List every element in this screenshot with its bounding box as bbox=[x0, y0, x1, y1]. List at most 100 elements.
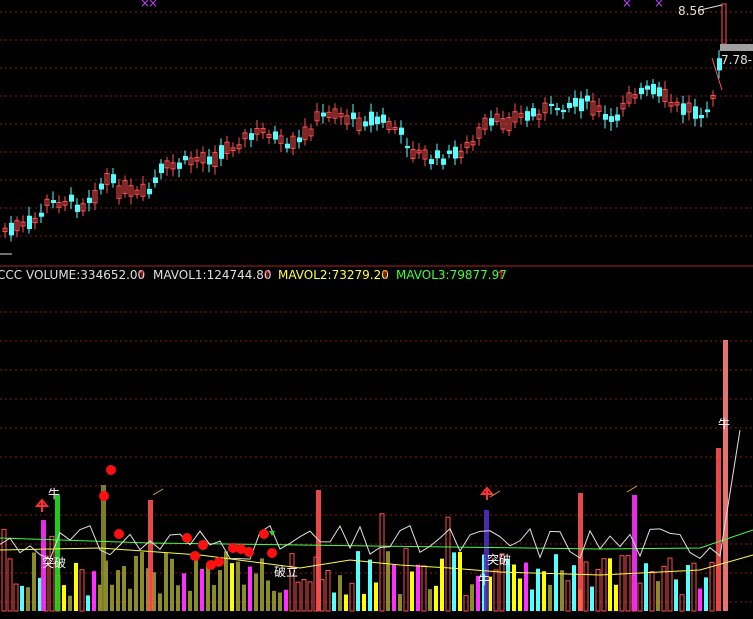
volume-bar bbox=[194, 557, 198, 611]
volume-bar bbox=[62, 585, 66, 611]
candle-body bbox=[441, 158, 446, 165]
volume-bar bbox=[266, 580, 270, 611]
volume-bar bbox=[583, 561, 589, 612]
candle-body bbox=[39, 212, 44, 217]
volume-bar bbox=[416, 564, 420, 611]
candle-body bbox=[705, 109, 710, 113]
volume-bar bbox=[122, 566, 126, 611]
volume-bar bbox=[55, 495, 60, 611]
volume-bar bbox=[272, 590, 276, 611]
candle-body bbox=[183, 156, 188, 161]
candle-body bbox=[375, 116, 380, 125]
volume-bar bbox=[723, 340, 728, 611]
mavol2-value: MAVOL2:73279.20 bbox=[278, 268, 389, 282]
candle-body bbox=[453, 146, 458, 159]
candle-body bbox=[429, 159, 434, 165]
volume-bar bbox=[716, 448, 721, 611]
volume-bar bbox=[649, 571, 655, 612]
candle-body bbox=[351, 112, 356, 120]
candle-body bbox=[549, 103, 554, 107]
volume-bar bbox=[128, 588, 132, 611]
volume-bar bbox=[278, 592, 282, 611]
volume-bar bbox=[512, 564, 516, 611]
volume-bar bbox=[248, 566, 252, 611]
tick-mark bbox=[152, 488, 164, 496]
volume-bar bbox=[560, 570, 564, 611]
breakout-label: 突破 bbox=[487, 552, 511, 567]
candle-body bbox=[159, 163, 164, 174]
candle-body bbox=[561, 109, 566, 113]
candle-body bbox=[645, 85, 650, 90]
volume-up-arrow: ↑ bbox=[137, 268, 147, 282]
volume-bar bbox=[386, 551, 390, 611]
candle-body bbox=[297, 137, 302, 143]
candle-body bbox=[153, 177, 158, 183]
volume-bar bbox=[493, 569, 499, 612]
volume-bar bbox=[698, 588, 702, 611]
last-price-tag bbox=[720, 44, 753, 51]
candle-body bbox=[657, 87, 662, 97]
volume-bar bbox=[704, 577, 708, 611]
candle-body bbox=[207, 156, 212, 165]
volume-bar bbox=[7, 558, 13, 612]
volume-bar bbox=[392, 564, 396, 611]
candle-body bbox=[69, 194, 74, 202]
price-high-label: 8.56 bbox=[678, 4, 705, 18]
mavol1-line bbox=[0, 429, 741, 560]
volume-bar bbox=[656, 581, 660, 611]
volume-bar bbox=[554, 554, 558, 611]
volume-bar bbox=[632, 495, 637, 611]
volume-bar bbox=[176, 585, 180, 611]
volume-bar bbox=[637, 582, 643, 612]
candle-body bbox=[579, 98, 584, 112]
candle-body bbox=[147, 188, 152, 195]
candle-body bbox=[99, 183, 104, 190]
moving-average-lines bbox=[0, 429, 753, 576]
candle-body bbox=[381, 114, 386, 123]
candle-body bbox=[639, 87, 644, 95]
marker-x: × bbox=[654, 0, 664, 10]
volume-bar bbox=[410, 571, 414, 611]
volume-bar bbox=[434, 585, 438, 611]
signal-dot bbox=[267, 548, 277, 558]
volume-bar bbox=[164, 553, 168, 611]
volume-bar bbox=[362, 593, 366, 611]
volume-bar bbox=[254, 573, 258, 611]
volume-bar bbox=[667, 557, 673, 612]
mavol3-up-arrow: ↑ bbox=[496, 268, 506, 282]
volume-bar bbox=[134, 555, 138, 611]
volume-bar bbox=[224, 551, 228, 611]
candle-body bbox=[681, 103, 686, 115]
candle-body bbox=[27, 215, 32, 229]
bull-label: 牛 bbox=[718, 416, 730, 431]
volume-bar bbox=[260, 558, 264, 611]
volume-bar bbox=[428, 589, 432, 611]
volume-bar bbox=[572, 565, 576, 611]
mavol1-up-arrow: ↑ bbox=[262, 268, 272, 282]
volume-bar bbox=[200, 569, 204, 611]
candle-body bbox=[489, 118, 494, 126]
volume-bar bbox=[26, 587, 30, 611]
volume-bar bbox=[236, 561, 240, 611]
volume-bar bbox=[368, 559, 372, 611]
volume-bar bbox=[307, 581, 313, 612]
volume-bar bbox=[452, 552, 456, 611]
volume-bar bbox=[565, 580, 571, 612]
candle-body bbox=[699, 114, 704, 119]
volume-bar bbox=[242, 584, 246, 611]
candle-body bbox=[435, 150, 440, 159]
candle-body bbox=[615, 114, 620, 121]
volume-bar bbox=[601, 558, 607, 612]
volume-bar bbox=[524, 562, 528, 611]
volume-bar bbox=[463, 595, 469, 612]
volume-bar bbox=[470, 584, 474, 611]
mavol3-value: MAVOL3:79877.97 bbox=[396, 268, 507, 282]
candle-body bbox=[531, 108, 536, 117]
stock-chart[interactable]: 8.56 7.78-7.87 × × × × CCC VOLUME:334652… bbox=[0, 0, 753, 619]
volume-bar bbox=[284, 589, 288, 611]
volume-bar bbox=[542, 571, 546, 611]
volume-bar bbox=[325, 569, 331, 612]
volume-bar bbox=[595, 569, 601, 612]
volume-bar bbox=[679, 594, 685, 612]
candle-body bbox=[285, 143, 290, 149]
